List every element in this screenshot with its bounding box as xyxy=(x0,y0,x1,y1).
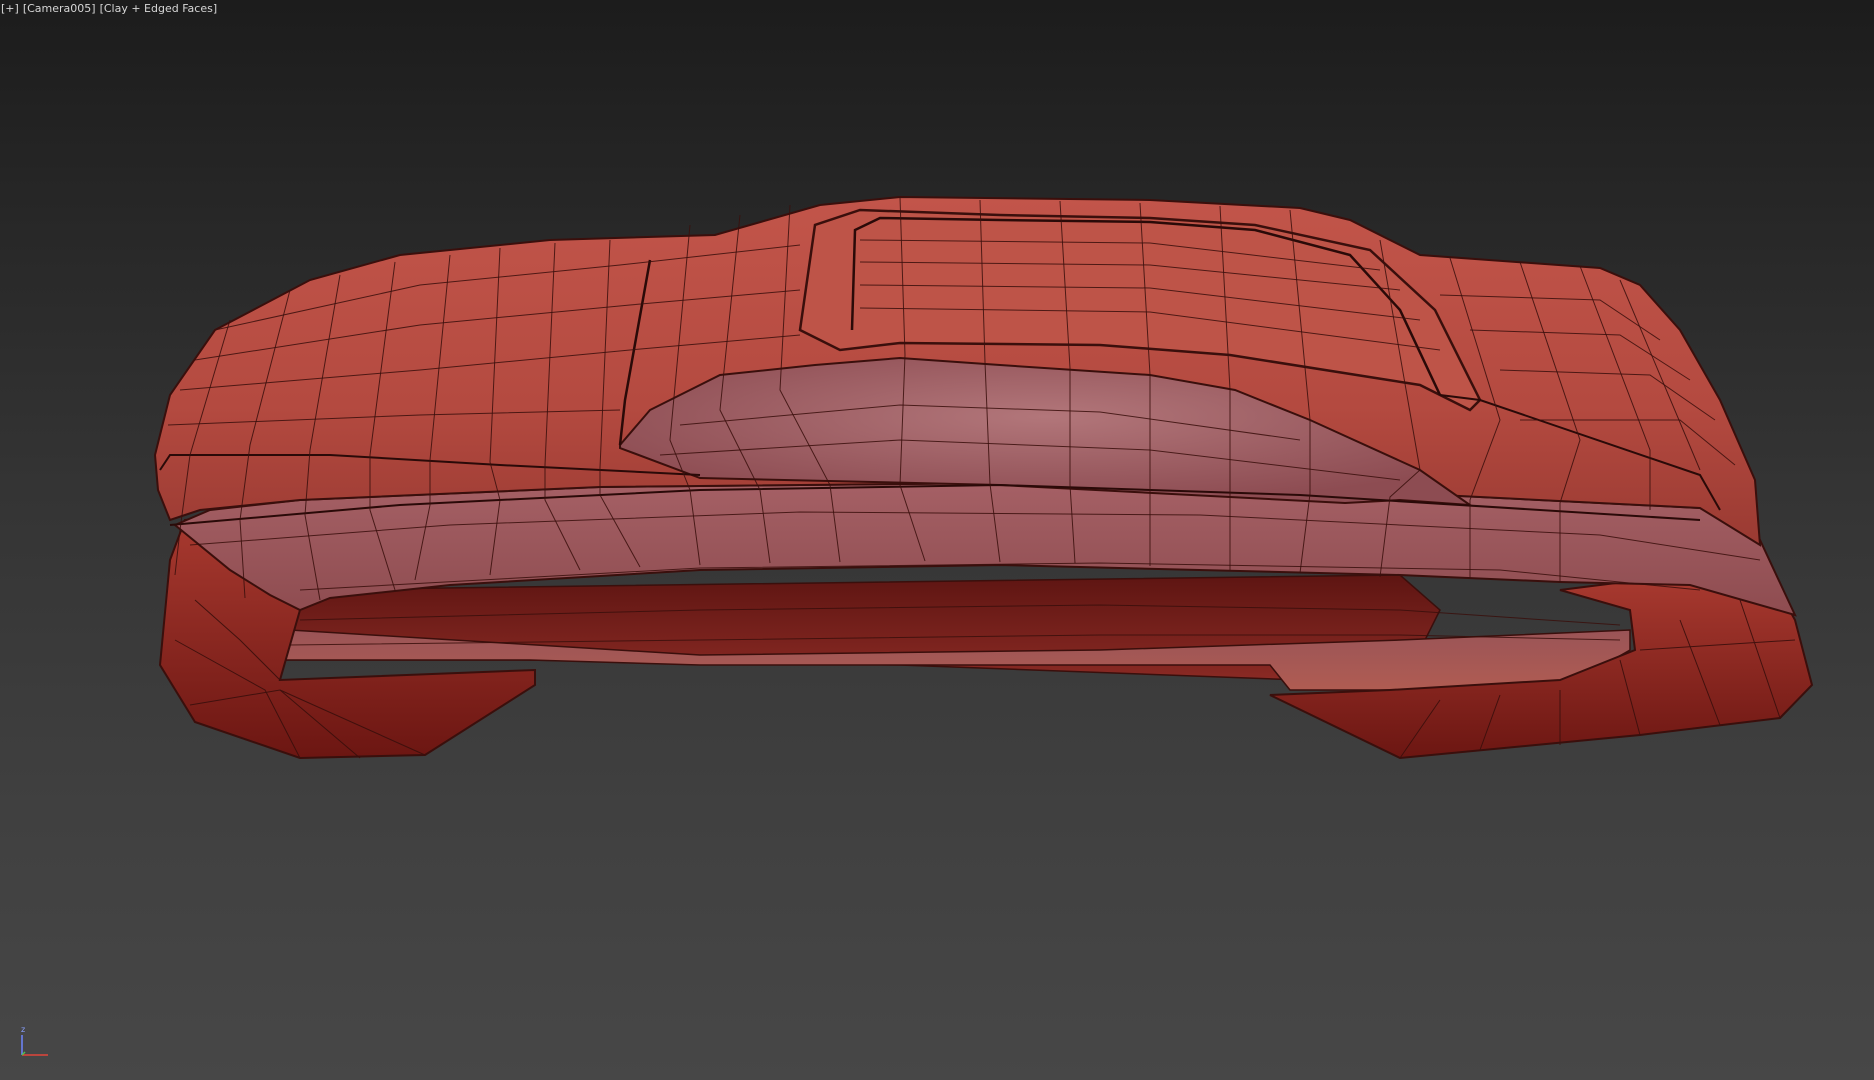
car-clay-model xyxy=(153,195,1814,760)
gizmo-z-label: z xyxy=(21,1025,26,1034)
3d-viewport[interactable]: [+] [Camera005] [Clay + Edged Faces] z xyxy=(0,0,1874,1080)
axis-gizmo: z xyxy=(16,1025,56,1061)
